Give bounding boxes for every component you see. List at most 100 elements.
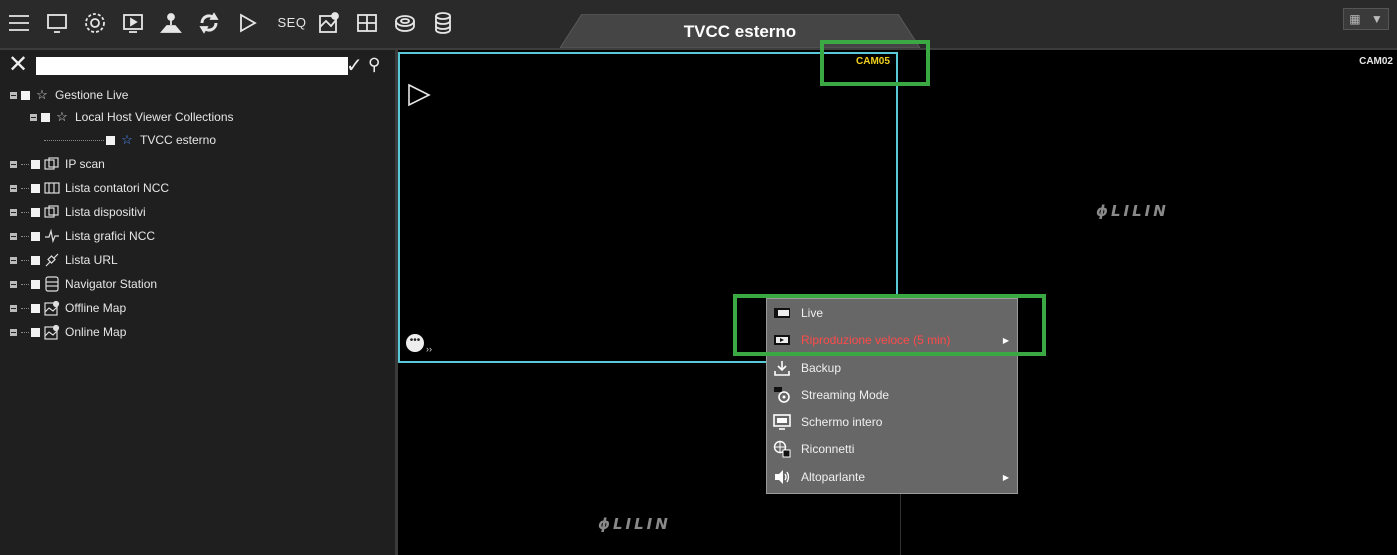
- checkbox[interactable]: [31, 231, 40, 241]
- counter-icon: [44, 180, 60, 196]
- star-blue-icon: ☆: [121, 132, 133, 147]
- checkbox[interactable]: [31, 255, 40, 265]
- expand-icon[interactable]: [10, 280, 17, 288]
- monitor-icon[interactable]: [44, 10, 70, 36]
- checkbox[interactable]: [31, 183, 40, 193]
- tree-connector: [21, 259, 29, 261]
- collapse-icon[interactable]: [10, 91, 17, 99]
- search-input[interactable]: [36, 57, 348, 75]
- streaming-icon: [773, 386, 791, 404]
- expand-icon[interactable]: [10, 328, 17, 336]
- tree-item-lista-url[interactable]: Lista URL: [10, 250, 118, 270]
- layout-grid-icon[interactable]: [354, 10, 380, 36]
- checkbox[interactable]: [31, 159, 40, 169]
- graph-icon: [44, 228, 60, 244]
- menu-item-label: Altoparlante: [801, 470, 866, 484]
- gear-icon[interactable]: [82, 10, 108, 36]
- map-pin-icon[interactable]: [158, 10, 184, 36]
- menu-item-label: Riproduzione veloce (5 min): [801, 333, 951, 347]
- tree-connector: [21, 235, 29, 237]
- tree-item-lista-contatori[interactable]: Lista contatori NCC: [10, 178, 169, 198]
- checkbox[interactable]: [41, 112, 50, 122]
- checkbox[interactable]: [31, 303, 40, 313]
- search-icon[interactable]: ⚲: [368, 55, 380, 75]
- tree-item-label: Lista dispositivi: [65, 205, 146, 219]
- menu-item-backup[interactable]: Backup: [767, 355, 1017, 381]
- tree-item-online-map[interactable]: Online Map: [10, 322, 126, 342]
- checkbox[interactable]: [31, 327, 40, 337]
- tree-item-offline-map[interactable]: Offline Map: [10, 298, 126, 318]
- collapse-icon[interactable]: [30, 113, 37, 121]
- database-disk-icon[interactable]: [392, 10, 418, 36]
- expand-icon[interactable]: [10, 304, 17, 312]
- tree-item-label: IP scan: [65, 157, 105, 171]
- check-icon[interactable]: ✓: [346, 53, 363, 78]
- star-icon: ☆: [56, 109, 68, 124]
- tree-item-navigator-station[interactable]: Navigator Station: [10, 274, 157, 294]
- tree-item-label: Offline Map: [65, 301, 127, 315]
- menu-item-riconnetti[interactable]: Riconnetti: [767, 436, 1017, 462]
- map-icon[interactable]: [316, 10, 342, 36]
- checkbox[interactable]: [21, 90, 30, 100]
- submenu-arrow-icon: ▶: [1002, 335, 1009, 345]
- menu-item-label: Schermo intero: [801, 415, 883, 429]
- tree-item-tvcc-esterno[interactable]: ☆ TVCC esterno: [44, 130, 216, 150]
- tree-connector: [21, 211, 29, 213]
- menu-item-altoparlante[interactable]: Altoparlante ▶: [767, 464, 1017, 490]
- tree-item-label: Online Map: [65, 325, 127, 339]
- logo-mark: ϕ: [1096, 202, 1111, 220]
- menu-item-schermo-intero[interactable]: Schermo intero: [767, 409, 1017, 435]
- menu-item-live[interactable]: Live: [767, 300, 1017, 326]
- tree-connector: [21, 187, 29, 189]
- expand-icon[interactable]: [10, 256, 17, 264]
- checkbox[interactable]: [31, 207, 40, 217]
- link-icon: [44, 252, 60, 268]
- tree-item-label: Local Host Viewer Collections: [75, 110, 234, 124]
- playback-screen-icon[interactable]: [120, 10, 146, 36]
- tree-item-label: Lista grafici NCC: [65, 229, 156, 243]
- sync-icon[interactable]: [196, 10, 222, 36]
- tree-item-label: TVCC esterno: [140, 133, 217, 147]
- device-icon: [44, 156, 60, 172]
- close-icon[interactable]: ✕: [8, 53, 28, 77]
- speaker-icon: [773, 468, 791, 486]
- reconnect-icon: [773, 440, 791, 458]
- tree-item-local-host[interactable]: ☆ Local Host Viewer Collections: [30, 107, 234, 127]
- tree-item-lista-dispositivi[interactable]: Lista dispositivi: [10, 202, 146, 222]
- expand-icon[interactable]: [10, 184, 17, 192]
- expand-icon[interactable]: [10, 208, 17, 216]
- expand-icon[interactable]: [10, 160, 17, 168]
- menu-item-label: Streaming Mode: [801, 388, 890, 402]
- checkbox[interactable]: [31, 279, 40, 289]
- play-icon[interactable]: [406, 82, 432, 108]
- play-icon[interactable]: [234, 10, 260, 36]
- tab-label: TVCC esterno: [683, 22, 797, 41]
- tree-item-lista-grafici[interactable]: Lista grafici NCC: [10, 226, 155, 246]
- tree-item-label: Navigator Station: [65, 277, 158, 291]
- layout-selector-button[interactable]: ▦ ▼: [1343, 8, 1389, 30]
- logo-text: LILIN: [612, 515, 671, 533]
- seq-button[interactable]: SEQ: [272, 10, 312, 36]
- expand-icon[interactable]: [10, 232, 17, 240]
- tree-connector: [21, 331, 29, 333]
- grid-icon: ▦: [1349, 12, 1361, 26]
- storage-icon[interactable]: [430, 10, 456, 36]
- tab-tvcc-esterno[interactable]: TVCC esterno: [560, 14, 920, 48]
- menu-item-riproduzione-veloce[interactable]: Riproduzione veloce (5 min) ▶: [767, 327, 1017, 353]
- top-toolbar: SEQ TVCC esterno ▦ ▼: [0, 0, 1397, 50]
- menu-item-label: Live: [801, 306, 824, 320]
- logo-mark: ϕ: [598, 515, 613, 533]
- download-icon: [773, 359, 791, 377]
- menu-item-label: Riconnetti: [801, 442, 855, 456]
- map-icon: [44, 324, 60, 340]
- menu-icon[interactable]: [6, 10, 32, 36]
- device-icon: [44, 204, 60, 220]
- menu-item-streaming-mode[interactable]: Streaming Mode: [767, 382, 1017, 408]
- more-options-icon[interactable]: •••: [406, 334, 424, 352]
- tree-item-gestione-live[interactable]: ☆ Gestione Live: [10, 85, 128, 105]
- tree-item-label: Gestione Live: [55, 88, 129, 102]
- checkbox[interactable]: [106, 135, 115, 145]
- chevron-right-icon: ››: [426, 344, 432, 354]
- context-menu: Live Riproduzione veloce (5 min) ▶ Backu…: [766, 298, 1018, 494]
- tree-item-ip-scan[interactable]: IP scan: [10, 154, 105, 174]
